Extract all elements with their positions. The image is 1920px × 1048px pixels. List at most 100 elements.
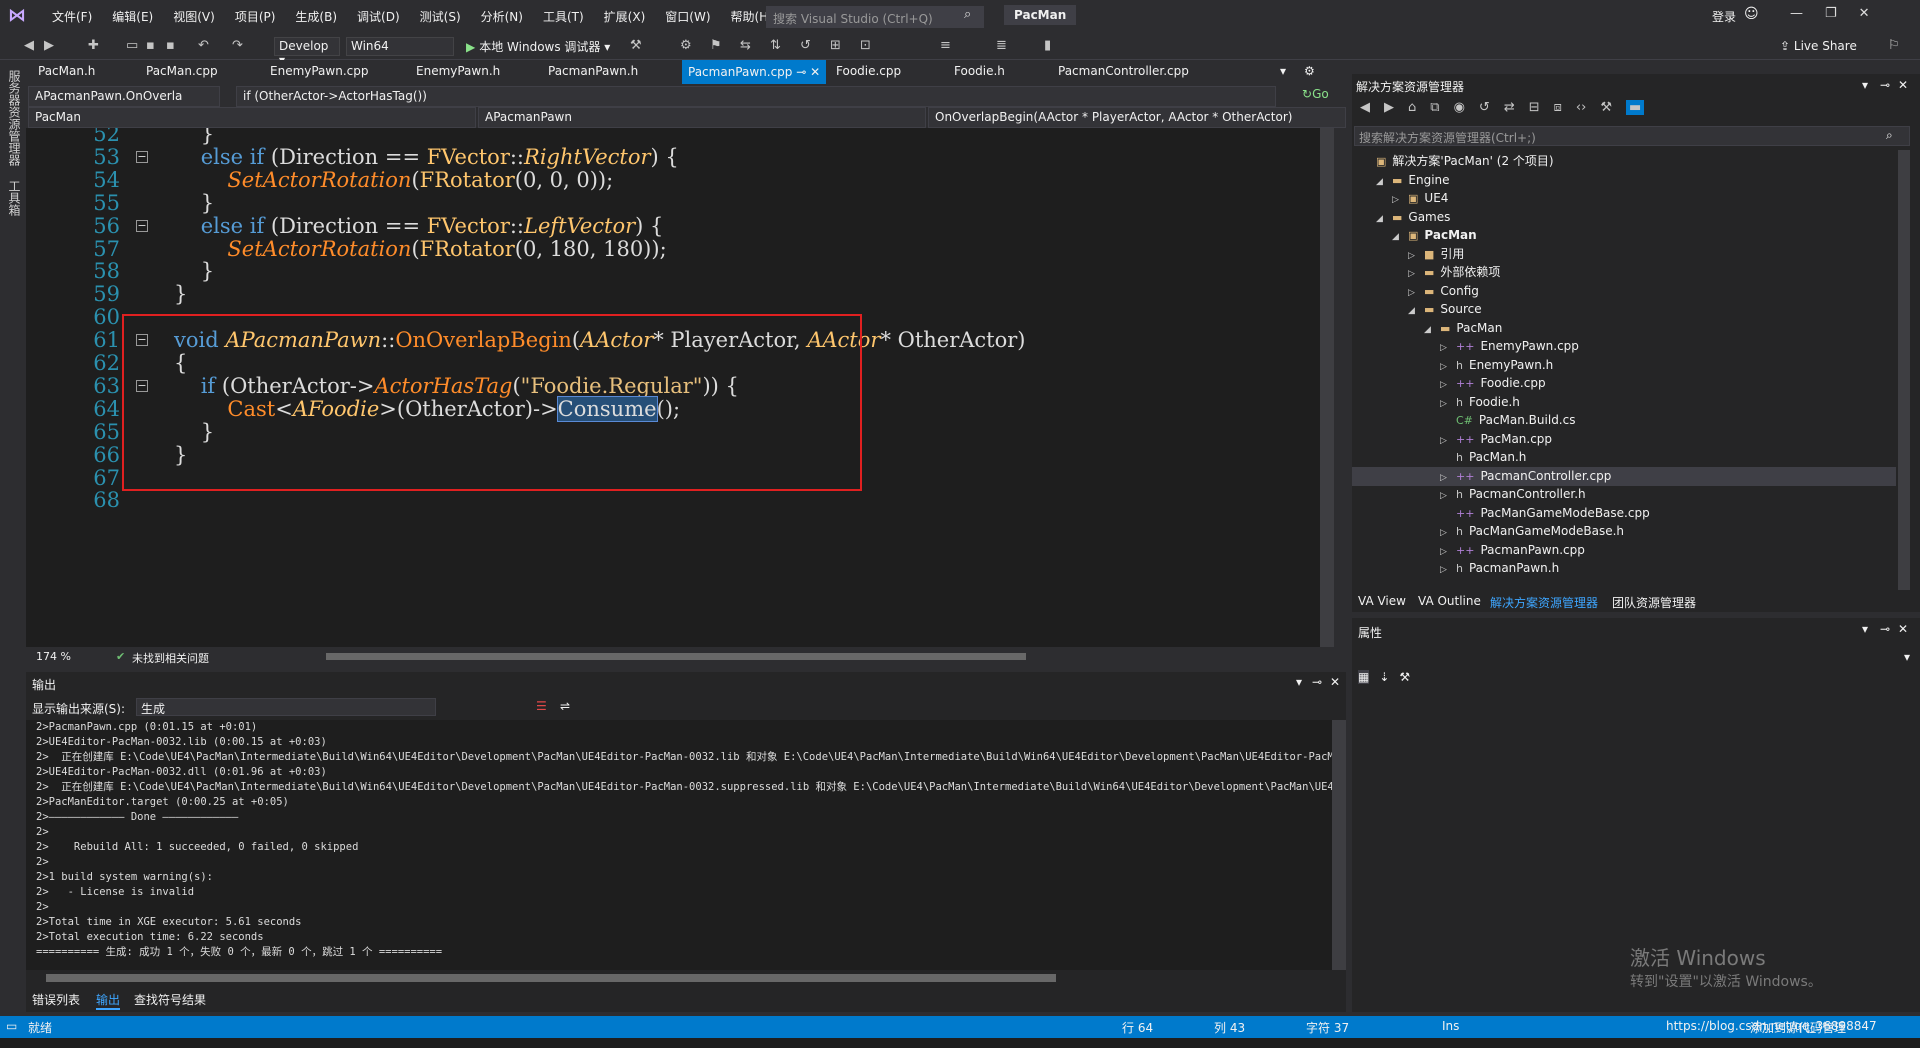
editor-horizontal-scrollbar[interactable] bbox=[326, 653, 1026, 660]
forward-icon[interactable]: ▶ bbox=[1384, 100, 1394, 115]
output-source-select[interactable]: 生成 bbox=[136, 698, 436, 716]
add-to-source-control-button[interactable]: 添加到源代码管理 bbox=[1750, 1019, 1846, 1036]
tab-find-symbol-results[interactable]: 查找符号结果 bbox=[134, 991, 206, 1008]
tree-item[interactable]: ◢ ▬ Engine bbox=[1352, 171, 1896, 190]
pin-icon[interactable]: ⊸ bbox=[1880, 622, 1890, 636]
toolbar-tool-icon[interactable]: ⇅ bbox=[770, 38, 781, 53]
tree-item[interactable]: ◢ ▬ Source bbox=[1352, 300, 1896, 319]
output-text-area[interactable]: 2>PacmanPawn.cpp (0:01.15 at +0:01) 2>UE4… bbox=[26, 720, 1332, 970]
tab-foodie-cpp[interactable]: Foodie.cpp bbox=[836, 64, 901, 78]
tree-item[interactable]: ▷ ▬ 外部依赖项 bbox=[1352, 263, 1896, 282]
tree-item[interactable]: ▷ h Foodie.h bbox=[1352, 393, 1896, 412]
toolbar-tool-icon[interactable]: ⊡ bbox=[860, 38, 871, 53]
menu-item[interactable]: 视图(V) bbox=[163, 8, 225, 25]
tab-output[interactable]: 输出 bbox=[96, 991, 121, 1010]
forward-icon[interactable]: ▶ bbox=[44, 38, 54, 53]
editor-vertical-scrollbar[interactable] bbox=[1320, 128, 1334, 647]
tree-item[interactable]: ▷ ++ PacMan.cpp bbox=[1352, 430, 1896, 449]
search-icon[interactable]: ⌕ bbox=[964, 7, 971, 22]
menu-item[interactable]: 分析(N) bbox=[471, 8, 533, 25]
sync-icon[interactable]: ⇄ bbox=[1504, 100, 1515, 115]
save-all-icon[interactable]: ▪ bbox=[166, 38, 175, 53]
tree-item[interactable]: ▣ 解决方案'PacMan' (2 个项目) bbox=[1352, 152, 1896, 171]
close-icon[interactable]: ✕ bbox=[1330, 675, 1340, 689]
menu-item[interactable]: 测试(S) bbox=[410, 8, 471, 25]
tree-item[interactable]: C# PacMan.Build.cs bbox=[1352, 411, 1896, 430]
tab-enemypawn-h[interactable]: EnemyPawn.h bbox=[416, 64, 500, 78]
pending-changes-icon[interactable]: ◉ bbox=[1454, 100, 1465, 115]
solution-explorer-search-input[interactable]: 搜索解决方案资源管理器(Ctrl+;) bbox=[1354, 126, 1910, 146]
word-wrap-icon[interactable]: ⇌ bbox=[560, 699, 570, 713]
tab-team-explorer[interactable]: 团队资源管理器 bbox=[1612, 594, 1696, 611]
tab-pacmancontroller-cpp[interactable]: PacmanController.cpp bbox=[1058, 64, 1189, 78]
close-icon[interactable]: ✕ bbox=[1898, 622, 1908, 636]
start-debugging-button[interactable]: ▶ 本地 Windows 调试器 ▾ bbox=[466, 38, 610, 55]
user-icon[interactable]: ☺ bbox=[1744, 6, 1759, 22]
tree-item[interactable]: ▷ ++ Foodie.cpp bbox=[1352, 374, 1896, 393]
fold-toggle-icon[interactable]: − bbox=[136, 219, 148, 232]
project-select[interactable]: PacMan bbox=[28, 107, 476, 128]
toolbox-tab[interactable]: 工具箱 bbox=[6, 180, 23, 216]
back-icon[interactable]: ◀ bbox=[1360, 100, 1370, 115]
issues-status[interactable]: 未找到相关问题 bbox=[132, 650, 209, 666]
tree-item[interactable]: ◢ ▬ PacMan bbox=[1352, 319, 1896, 338]
va-context-select[interactable]: if (OtherActor->ActorHasTag()) bbox=[236, 86, 1276, 107]
bookmark-icon[interactable]: ▮ bbox=[1044, 38, 1051, 53]
tab-overflow-icon[interactable]: ▾ bbox=[1280, 64, 1286, 78]
tab-error-list[interactable]: 错误列表 bbox=[32, 991, 80, 1008]
feedback-icon[interactable]: ⚐ bbox=[1888, 38, 1900, 53]
zoom-level[interactable]: 174 % bbox=[36, 650, 71, 663]
tab-foodie-h[interactable]: Foodie.h bbox=[954, 64, 1005, 78]
tree-item[interactable]: ▷ ++ PacmanController.cpp bbox=[1352, 466, 1896, 486]
properties-icon[interactable]: ⚒ bbox=[1600, 100, 1612, 115]
tree-item[interactable]: ▷ h PacmanPawn.h bbox=[1352, 559, 1896, 578]
class-select[interactable]: APacmanPawn bbox=[478, 107, 926, 128]
undo-icon[interactable]: ↶ bbox=[198, 38, 209, 53]
alphabetical-icon[interactable]: ⇣ bbox=[1379, 670, 1389, 684]
member-select[interactable]: OnOverlapBegin(AActor * PlayerActor, AAc… bbox=[928, 107, 1346, 128]
search-input[interactable]: 搜索 Visual Studio (Ctrl+Q) bbox=[766, 6, 984, 28]
pin-icon[interactable]: ⊸ bbox=[1880, 78, 1890, 92]
tree-item[interactable]: h PacMan.h bbox=[1352, 448, 1896, 467]
server-explorer-tab[interactable]: 服务器资源管理器 bbox=[6, 70, 23, 166]
menu-item[interactable]: 生成(B) bbox=[285, 8, 347, 25]
toolbar-tool-icon[interactable]: ≣ bbox=[996, 38, 1007, 53]
preview-icon[interactable]: ▬ bbox=[1625, 100, 1645, 115]
clear-all-icon[interactable]: ☰ bbox=[536, 699, 547, 713]
redo-icon[interactable]: ↷ bbox=[232, 38, 243, 53]
platform-select[interactable]: Win64 bbox=[346, 37, 454, 56]
show-all-files-icon[interactable]: ⧈ bbox=[1554, 100, 1562, 115]
menu-item[interactable]: 工具(T) bbox=[533, 8, 594, 25]
history-icon[interactable]: ↺ bbox=[1479, 100, 1490, 115]
configuration-select[interactable]: Develop ▾ bbox=[274, 37, 340, 67]
toolbar-tool-icon[interactable]: ⚙ bbox=[680, 38, 692, 53]
expand-arrow-icon[interactable]: ▷ bbox=[1440, 561, 1450, 580]
object-select-icon[interactable]: ▾ bbox=[1904, 650, 1910, 664]
tab-va-view[interactable]: VA View bbox=[1358, 594, 1406, 608]
settings-icon[interactable]: ⚙ bbox=[1304, 64, 1315, 78]
close-icon[interactable]: ✕ bbox=[1898, 78, 1908, 92]
tree-item[interactable]: ▷ ++ PacmanPawn.cpp bbox=[1352, 541, 1896, 560]
tree-item[interactable]: ◢ ▣ PacMan bbox=[1352, 226, 1896, 245]
live-share-button[interactable]: ⇪ Live Share bbox=[1780, 39, 1857, 53]
toolbar-tool-icon[interactable]: ↺ bbox=[800, 38, 811, 53]
minimize-icon[interactable]: — bbox=[1790, 6, 1803, 21]
close-icon[interactable]: ✕ bbox=[1859, 6, 1870, 21]
code-editor[interactable]: 52 } 53 else if (Direction == FVector::Ri… bbox=[26, 128, 1334, 647]
tree-scrollbar[interactable] bbox=[1898, 150, 1910, 590]
tab-enemypawn-cpp[interactable]: EnemyPawn.cpp bbox=[270, 64, 368, 78]
menu-item[interactable]: 编辑(E) bbox=[102, 8, 163, 25]
restore-icon[interactable]: ❐ bbox=[1825, 6, 1837, 21]
tab-pacman-cpp[interactable]: PacMan.cpp bbox=[146, 64, 218, 78]
tree-item[interactable]: ▷ ▣ UE4 bbox=[1352, 189, 1896, 208]
output-horizontal-scrollbar[interactable] bbox=[46, 974, 1056, 982]
menu-item[interactable]: 文件(F) bbox=[42, 8, 102, 25]
tree-item[interactable]: ▷ h EnemyPawn.h bbox=[1352, 356, 1896, 375]
menu-item[interactable]: 扩展(X) bbox=[594, 8, 656, 25]
back-icon[interactable]: ◀ bbox=[24, 38, 34, 53]
pin-icon[interactable]: ⊸ bbox=[1312, 675, 1322, 689]
tree-item[interactable]: ▷ ++ EnemyPawn.cpp bbox=[1352, 337, 1896, 356]
tree-item[interactable]: ▷ ▬ Config bbox=[1352, 282, 1896, 301]
va-scope-select[interactable]: APacmanPawn.OnOverla bbox=[28, 86, 220, 107]
toolbar-tool-icon[interactable]: ≡ bbox=[940, 38, 951, 53]
